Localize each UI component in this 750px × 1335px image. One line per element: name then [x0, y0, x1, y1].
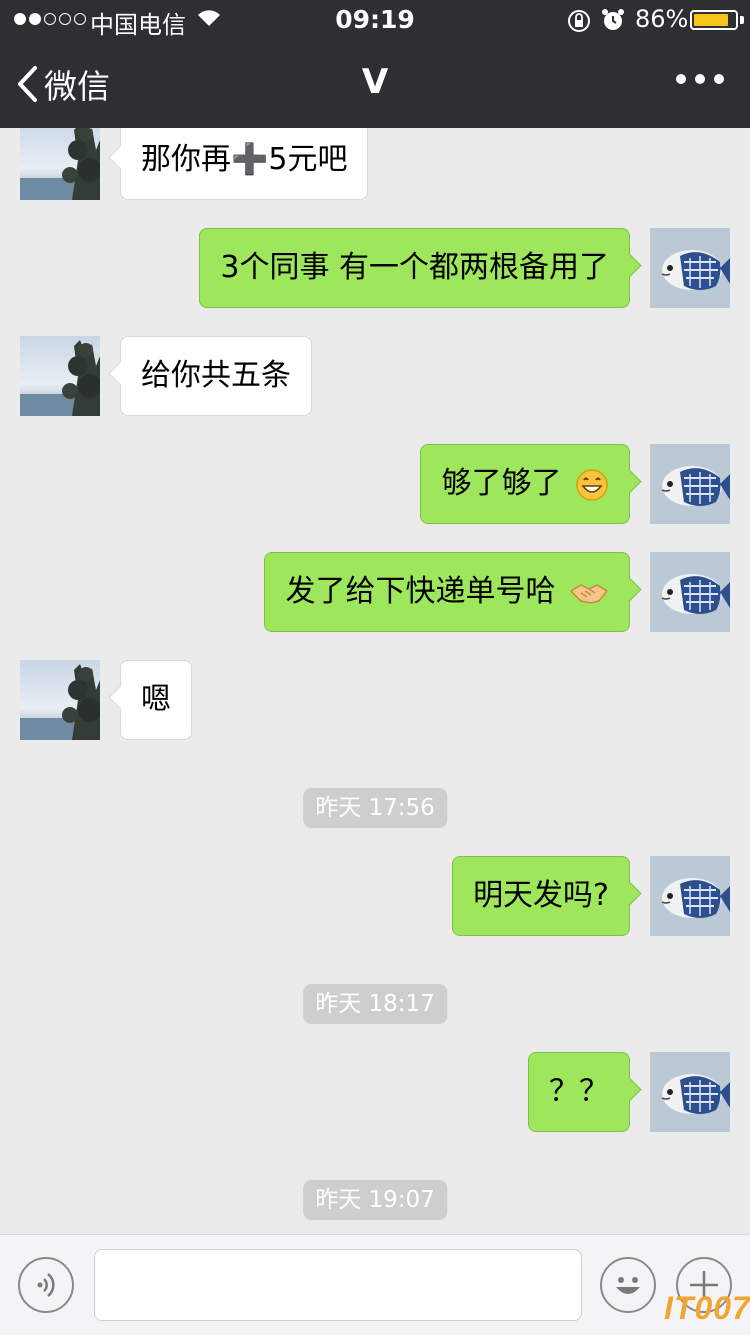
smiley — [616, 1277, 640, 1294]
contact-avatar[interactable] — [20, 660, 100, 740]
message-bubble[interactable]: 发了给下快递单号哈 — [264, 552, 630, 632]
handshake-emoji-icon — [569, 583, 609, 604]
battery-level — [694, 14, 728, 26]
more-dots-icon[interactable] — [676, 74, 724, 84]
my-avatar[interactable] — [650, 552, 730, 632]
message-text: 发了给下快递单号哈 — [285, 574, 556, 609]
message-text: 够了够了 — [441, 466, 562, 501]
chat-area: 那你再➕5元吧 3个同事 有一个都两根备用了 给你共五条 够了够了 发了给下快递… — [0, 128, 750, 1234]
message-bubble[interactable]: 3个同事 有一个都两根备用了 — [199, 228, 630, 308]
chat-title: V — [361, 62, 389, 102]
voice-waves — [37, 1273, 55, 1297]
grin-emoji-icon — [576, 468, 608, 501]
my-avatar[interactable] — [650, 856, 730, 936]
my-avatar[interactable] — [650, 228, 730, 308]
status-bar: 中国电信 09:19 86% — [0, 0, 750, 40]
message-input[interactable] — [94, 1249, 582, 1321]
rotation-lock-icon — [568, 10, 590, 32]
message-bubble[interactable]: 够了够了 — [420, 444, 630, 524]
battery-icon — [690, 10, 738, 30]
contact-avatar[interactable] — [20, 128, 100, 200]
timestamp-label: 昨天 18:17 — [303, 984, 447, 1024]
battery-cap — [740, 16, 744, 24]
message-bubble[interactable]: 明天发吗? — [452, 856, 630, 936]
my-avatar[interactable] — [650, 444, 730, 524]
input-bar — [0, 1234, 750, 1335]
voice-icon[interactable] — [18, 1257, 74, 1313]
emoji-face-icon[interactable] — [600, 1257, 656, 1313]
contact-avatar[interactable] — [20, 336, 100, 416]
timestamp-label: 昨天 19:07 — [303, 1180, 447, 1220]
message-bubble[interactable]: 嗯 — [120, 660, 192, 740]
my-avatar[interactable] — [650, 1052, 730, 1132]
alarm-icon — [602, 9, 624, 30]
header: 中国电信 09:19 86% 微信 V — [0, 0, 750, 128]
message-bubble[interactable]: 那你再➕5元吧 — [120, 128, 369, 200]
message-bubble[interactable]: ？？ — [528, 1052, 630, 1132]
watermark-logo: IT007 — [664, 1290, 750, 1326]
timestamp-label: 昨天 17:56 — [303, 788, 447, 828]
battery-percent: 86% — [635, 5, 689, 33]
message-bubble[interactable]: 给你共五条 — [120, 336, 312, 416]
